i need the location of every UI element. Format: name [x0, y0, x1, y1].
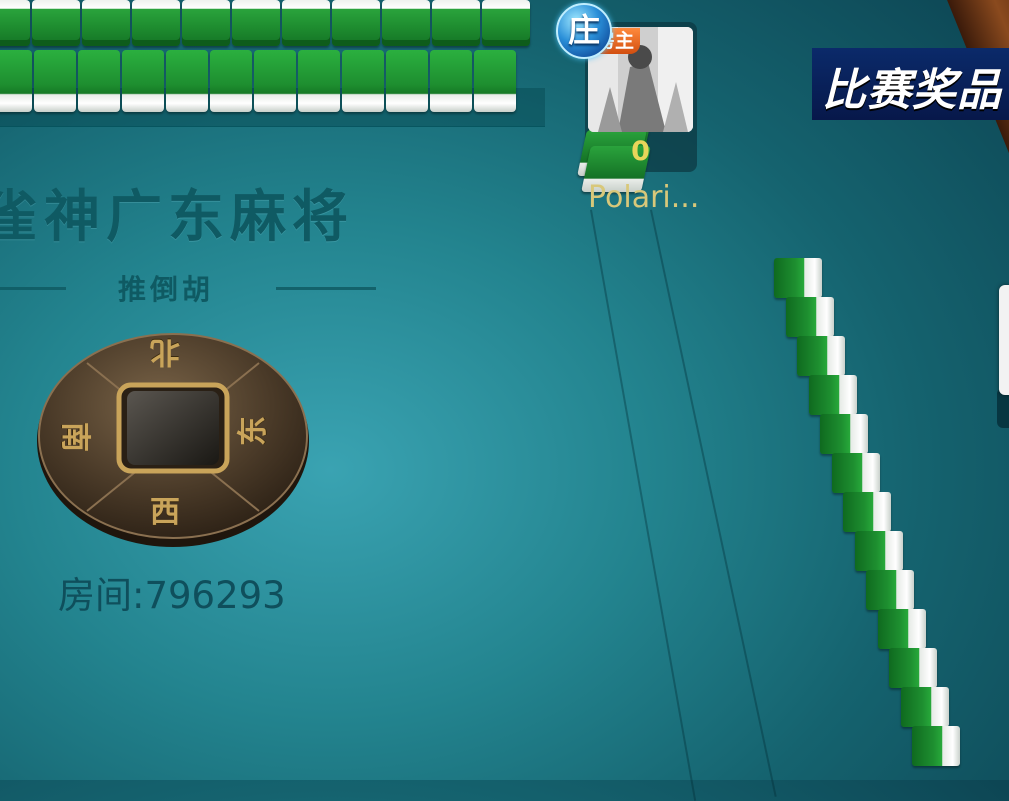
wall-tile — [432, 0, 480, 46]
subtitle-divider-right — [276, 287, 376, 290]
wall-tile — [808, 375, 857, 415]
wall-tile — [298, 50, 340, 112]
wall-tile — [132, 0, 180, 46]
wall-tile — [900, 687, 949, 727]
wall-tile — [843, 492, 891, 532]
compass-west: 西 — [150, 495, 180, 530]
game-title: 雀神广东麻将 — [0, 184, 354, 250]
wall-tile — [342, 50, 384, 112]
wall-tile — [332, 0, 380, 46]
wall-tile — [0, 50, 32, 112]
wall-tile — [182, 0, 230, 46]
wall-tile — [166, 50, 208, 112]
compass-east: 东 — [236, 416, 271, 446]
subtitle-divider-left — [0, 287, 66, 290]
wall-tile — [774, 258, 822, 298]
compass-north: 北 — [150, 334, 180, 369]
side-panel-handle[interactable] — [999, 285, 1009, 395]
wall-tile — [831, 453, 880, 493]
wall-tile — [282, 0, 330, 46]
wall-tile — [254, 50, 296, 112]
game-mode-subtitle: 推倒胡 — [118, 273, 215, 306]
wall-tile — [32, 0, 80, 46]
wall-tile — [78, 50, 120, 112]
wall-tile — [386, 50, 428, 112]
wall-tile — [866, 570, 914, 610]
compass-south: 南 — [57, 422, 92, 452]
wall-tile — [122, 50, 164, 112]
dealer-badge: 庄 — [556, 3, 612, 59]
wall-tile — [854, 531, 903, 571]
wall-tile — [232, 0, 280, 46]
wall-tile — [82, 0, 130, 46]
wall-tile — [34, 50, 76, 112]
wall-tile — [797, 336, 845, 376]
room-number: 房间:796293 — [58, 574, 286, 617]
top-wall-back-row — [0, 0, 532, 46]
player-score: 0 — [631, 136, 650, 167]
player-name: Polari... — [588, 180, 700, 215]
wall-tile — [0, 0, 30, 46]
top-tile-wall — [0, 0, 555, 127]
wall-tile — [877, 609, 926, 649]
wall-tile — [474, 50, 516, 112]
table-seam-line — [590, 209, 697, 801]
match-prize-button[interactable]: 比赛奖品 — [812, 48, 1009, 120]
wall-tile — [210, 50, 252, 112]
match-prize-label: 比赛奖品 — [822, 65, 1002, 116]
wall-tile — [430, 50, 472, 112]
table-seam-line — [650, 209, 777, 797]
wall-tile — [382, 0, 430, 46]
wall-tile — [482, 0, 530, 46]
wall-tile — [820, 414, 868, 454]
wind-compass: 北 东 南 西 — [35, 327, 311, 549]
right-tile-wall — [770, 258, 970, 798]
wall-tile — [912, 726, 960, 766]
wall-tile — [785, 297, 834, 337]
top-wall-front-row — [0, 50, 518, 112]
wall-tile — [889, 648, 937, 688]
